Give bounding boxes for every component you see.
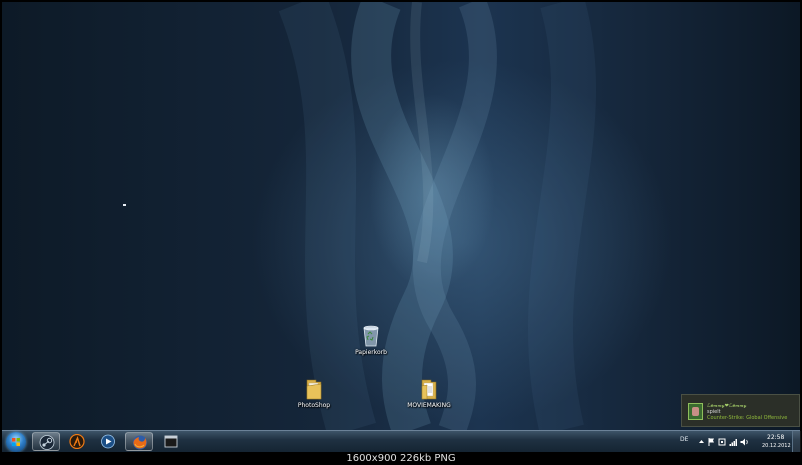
firefox-icon <box>133 435 147 450</box>
language-indicator[interactable]: DE <box>680 436 688 443</box>
half-life-icon <box>69 434 85 449</box>
screenshot-frame: Papierkorb PhotoShop MOVIEMAKING ℒ𝑒𝓂𝓂𝓎❤ℒ… <box>0 0 802 465</box>
device-tray-icon[interactable] <box>718 438 726 446</box>
desktop-icon-label: PhotoShop <box>297 402 331 409</box>
friend-avatar <box>688 403 703 420</box>
start-button[interactable] <box>6 432 26 452</box>
folder-icon <box>306 379 322 400</box>
taskbar-firefox-button[interactable] <box>125 432 153 451</box>
steam-icon <box>39 435 55 450</box>
image-caption-bar: 1600x900 226kb PNG <box>0 452 802 465</box>
media-player-icon <box>101 434 115 449</box>
desktop-icon-photoshop-folder[interactable]: PhotoShop <box>279 378 349 409</box>
folder-icon <box>421 379 437 400</box>
taskbar-media-player-button[interactable] <box>94 432 122 451</box>
desktop-icon-label: Papierkorb <box>355 349 387 356</box>
taskbar-steam-button[interactable] <box>32 432 60 451</box>
taskbar-window-button[interactable] <box>157 432 185 451</box>
desktop-icon-label: MOVIEMAKING <box>407 402 451 409</box>
desktop-icon-recycle-bin[interactable]: Papierkorb <box>336 323 406 356</box>
wallpaper-swirls <box>278 2 596 430</box>
clock-time[interactable]: 22:58 <box>767 434 784 441</box>
show-desktop-button[interactable] <box>792 431 801 453</box>
recycle-bin-icon <box>363 325 379 347</box>
volume-icon[interactable] <box>740 438 749 446</box>
mouse-cursor <box>123 204 126 206</box>
show-hidden-icons-arrow-icon[interactable] <box>698 438 705 445</box>
window-app-icon <box>164 435 178 448</box>
steam-notification-popup[interactable]: ℒ𝑒𝓂𝓂𝓎❤ℒ𝑒𝓂𝓂𝓎 spielt Counter-Strike: Globa… <box>681 394 800 427</box>
windows-logo-icon <box>12 438 20 446</box>
taskbar: DE 22:58 20.12.2012 <box>2 430 801 453</box>
network-icon[interactable] <box>729 438 737 446</box>
clock-date[interactable]: 20.12.2012 <box>762 443 791 449</box>
friend-game: Counter-Strike: Global Offensive <box>707 415 788 421</box>
desktop[interactable]: Papierkorb PhotoShop MOVIEMAKING <box>2 2 800 430</box>
desktop-icon-moviemaking-folder[interactable]: MOVIEMAKING <box>394 378 464 409</box>
taskbar-half-life-button[interactable] <box>63 432 91 451</box>
action-center-flag-icon[interactable] <box>708 438 715 446</box>
image-caption: 1600x900 226kb PNG <box>346 453 456 464</box>
